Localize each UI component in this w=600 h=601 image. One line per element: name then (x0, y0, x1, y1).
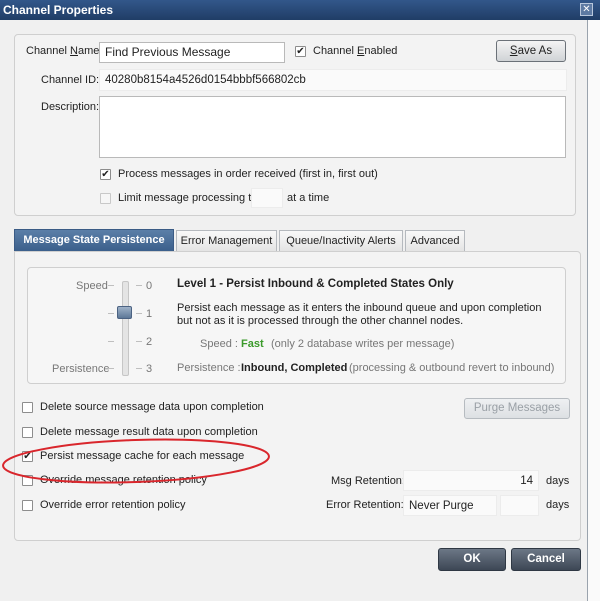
persistence-slider-thumb[interactable] (117, 306, 132, 319)
channel-enabled-label: Channel Enabled (313, 45, 398, 57)
ok-button[interactable]: OK (438, 548, 506, 571)
save-as-button[interactable]: Save As (496, 40, 566, 62)
tab-advanced[interactable]: Advanced (405, 230, 465, 251)
process-order-label: Process messages in order received (firs… (118, 168, 378, 180)
persistence-row-note: (processing & outbound revert to inbound… (349, 362, 555, 374)
limit-processing-checkbox[interactable] (100, 193, 111, 204)
tick-mark-right-2 (136, 341, 142, 342)
error-retention-select[interactable]: Never Purge (403, 495, 497, 516)
persistence-axis-label: Persistence (52, 363, 110, 375)
channel-id-label: Channel ID: (41, 74, 100, 86)
channel-id-field[interactable]: 40280b8154a4526d0154bbbf566802cb (99, 69, 567, 91)
error-retention-unit: days (546, 499, 570, 511)
speed-row-note: (only 2 database writes per message) (271, 338, 455, 350)
msg-retention-unit: days (546, 475, 570, 487)
tick-label-2: 2 (146, 336, 153, 348)
override-error-retention-checkbox[interactable] (22, 500, 33, 511)
tick-label-1: 1 (146, 308, 153, 320)
msg-retention-input[interactable]: 14 (403, 470, 539, 491)
tick-mark-left-0 (108, 285, 114, 286)
limit-processing-label: Limit message processing to (118, 192, 258, 204)
delete-source-checkbox[interactable] (22, 402, 33, 413)
purge-messages-button[interactable]: Purge Messages (464, 398, 570, 419)
tick-label-0: 0 (146, 280, 153, 292)
speed-row-value: Fast (241, 338, 264, 350)
cancel-button[interactable]: Cancel (511, 548, 581, 571)
process-order-checkbox[interactable]: ✔ (100, 169, 111, 180)
close-icon[interactable]: ✕ (580, 3, 593, 16)
window-title: Channel Properties (3, 3, 114, 17)
persistence-slider-track[interactable] (122, 281, 129, 376)
tab-message-state-persistence[interactable]: Message State Persistence (14, 229, 174, 251)
channel-enabled-checkbox[interactable]: ✔ (295, 46, 306, 57)
channel-name-input[interactable]: Find Previous Message (99, 42, 285, 63)
window-titlebar: Channel Properties (0, 0, 600, 20)
annotation-ellipse (2, 438, 270, 484)
channel-name-label: Channel Name: (26, 45, 103, 57)
tick-mark-left-1 (108, 313, 114, 314)
tab-error-management[interactable]: Error Management (176, 230, 277, 251)
tick-mark-right-0 (136, 285, 142, 286)
speed-row-label: Speed : (200, 338, 238, 350)
limit-processing-suffix: at a time (287, 192, 330, 204)
error-retention-days-input[interactable] (500, 495, 539, 516)
description-label: Description: (41, 101, 100, 113)
tab-queue-inactivity-alerts[interactable]: Queue/Inactivity Alerts (279, 230, 403, 251)
override-error-retention-label: Override error retention policy (40, 499, 186, 511)
tick-mark-right-3 (136, 368, 142, 369)
error-retention-label: Error Retention: (326, 499, 404, 511)
background-strip (588, 20, 600, 601)
description-textarea[interactable] (99, 96, 566, 158)
delete-source-label: Delete source message data upon completi… (40, 401, 264, 413)
persistence-row-label: Persistence : (177, 362, 241, 374)
level-description: Persist each message as it enters the in… (177, 302, 542, 327)
tick-mark-left-3 (108, 368, 114, 369)
tick-mark-right-1 (136, 313, 142, 314)
limit-processing-input[interactable] (251, 188, 283, 208)
speed-axis-label: Speed (76, 280, 108, 292)
msg-retention-label: Msg Retention: (331, 475, 405, 487)
tick-mark-left-2 (108, 341, 114, 342)
level-title: Level 1 - Persist Inbound & Completed St… (177, 278, 454, 290)
tick-label-3: 3 (146, 363, 153, 375)
persistence-row-value: Inbound, Completed (241, 362, 348, 374)
